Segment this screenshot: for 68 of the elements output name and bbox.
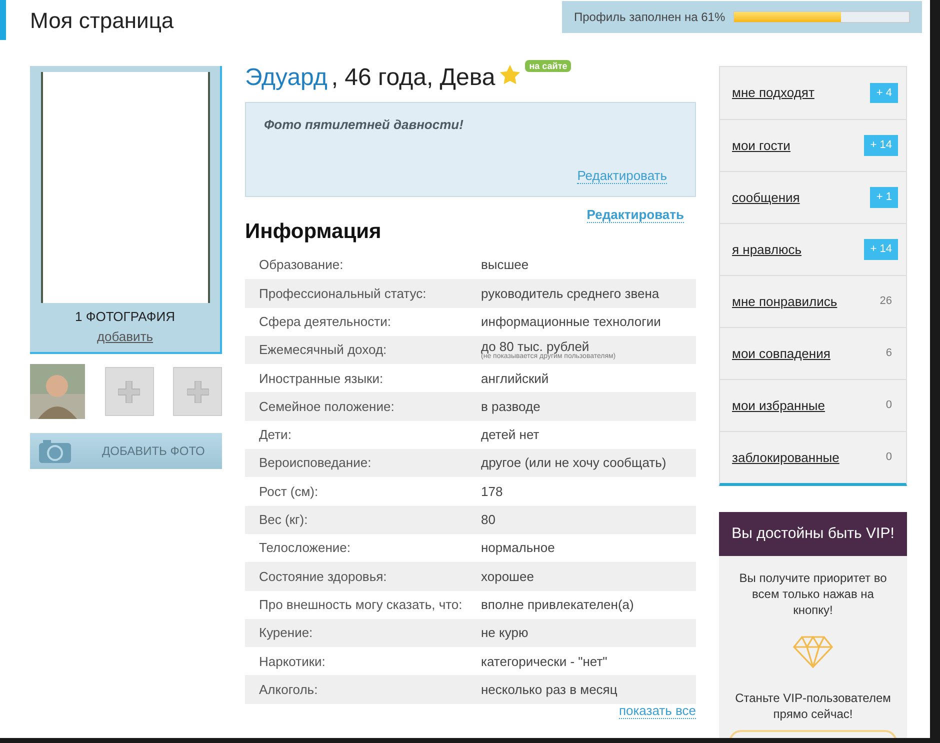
info-label: Профессиональный статус: <box>258 284 428 303</box>
sidebar-item[interactable]: мои совпадения <box>732 344 830 364</box>
info-label: Алкоголь: <box>258 680 319 699</box>
info-value: информационные технологии <box>481 312 661 331</box>
info-label: Сфера деятельности: <box>258 312 392 331</box>
sidebar-item[interactable]: мои гости <box>732 136 790 156</box>
plus-icon <box>118 380 140 402</box>
info-value: до 80 тыс. рублей <box>481 340 590 353</box>
profile-name[interactable]: Эдуард <box>245 60 328 96</box>
count-badge: + 1 <box>870 187 898 208</box>
info-label: Курение: <box>258 624 314 642</box>
sidebar-item[interactable]: заблокированные <box>732 448 840 468</box>
sidebar-item[interactable]: я нравлюсь <box>732 240 802 260</box>
count-label: 0 <box>886 398 893 414</box>
info-label: Иностранные языки: <box>258 370 384 388</box>
info-label: Образование: <box>258 256 344 274</box>
sidebar-item[interactable]: сообщения <box>732 188 800 208</box>
count-badge: + 14 <box>864 135 898 156</box>
info-label: Состояние здоровья: <box>258 568 388 586</box>
vip-cta-text: Станьте VIP-пользователем прямо сейчас! <box>734 690 892 722</box>
info-label: Семейное положение: <box>258 398 396 416</box>
info-label: Наркотики: <box>258 652 326 671</box>
star-icon <box>499 64 522 86</box>
info-value: нормальное <box>481 539 555 558</box>
page-title: Моя страница <box>30 6 174 35</box>
info-value: хорошее <box>481 568 534 586</box>
add-link[interactable]: добавить <box>96 326 154 346</box>
info-value: другое (или не хочу сообщать) <box>481 454 666 472</box>
info-value: английский <box>481 370 549 388</box>
count-label: 26 <box>880 294 893 310</box>
count-label: 6 <box>886 346 893 362</box>
info-label: Про внешность могу сказать, что: <box>258 596 464 614</box>
add-photo-slot[interactable] <box>104 367 154 416</box>
info-value: 80 <box>481 511 496 530</box>
info-label: Вес (кг): <box>258 511 309 530</box>
info-value: 178 <box>481 482 503 501</box>
add-photo-slot[interactable] <box>173 367 222 416</box>
section-title: Информация <box>245 219 382 245</box>
main-photo[interactable] <box>40 72 210 303</box>
info-value: высшее <box>481 256 529 274</box>
vip-text: Вы получите приоритет во всем только нажав на кнопку! <box>738 570 888 618</box>
info-value: руководитель среднего звена <box>481 284 660 303</box>
about-text: Фото пятилетней давности! <box>264 116 464 134</box>
info-value: категорически - "нет" <box>481 652 608 671</box>
info-label: Дети: <box>258 426 292 444</box>
info-label: Рост (см): <box>258 482 320 501</box>
info-value: вполне привлекателен(а) <box>481 596 634 614</box>
photo-count: 1 ФОТОГРАФИЯ <box>74 308 175 326</box>
vip-title: Вы достойны быть VIP! <box>732 524 894 544</box>
info-value: детей нет <box>481 426 540 444</box>
info-value: несколько раз в месяц <box>481 680 618 699</box>
plus-icon <box>186 380 208 402</box>
info-label: Телосложение: <box>258 539 352 558</box>
sidebar-item[interactable]: мне понравились <box>732 292 838 312</box>
progress-label: Профиль заполнен на 61% <box>574 9 726 26</box>
count-badge: + 4 <box>870 82 898 104</box>
online-badge: на сайте <box>525 60 572 72</box>
camera-icon <box>38 438 72 464</box>
diamond-icon <box>793 636 833 668</box>
sidebar-item[interactable]: мне подходят <box>732 83 814 103</box>
info-value: не курю <box>481 624 528 642</box>
count-label: 0 <box>886 450 893 466</box>
info-label: Ежемесячный доход: <box>258 341 388 360</box>
count-badge: + 14 <box>864 239 898 260</box>
info-value: в разводе <box>481 398 540 416</box>
sidebar-item[interactable]: мои избранные <box>732 396 825 416</box>
profile-details: , 46 года, Дева <box>331 63 496 93</box>
info-label: Вероисповедание: <box>258 454 372 472</box>
